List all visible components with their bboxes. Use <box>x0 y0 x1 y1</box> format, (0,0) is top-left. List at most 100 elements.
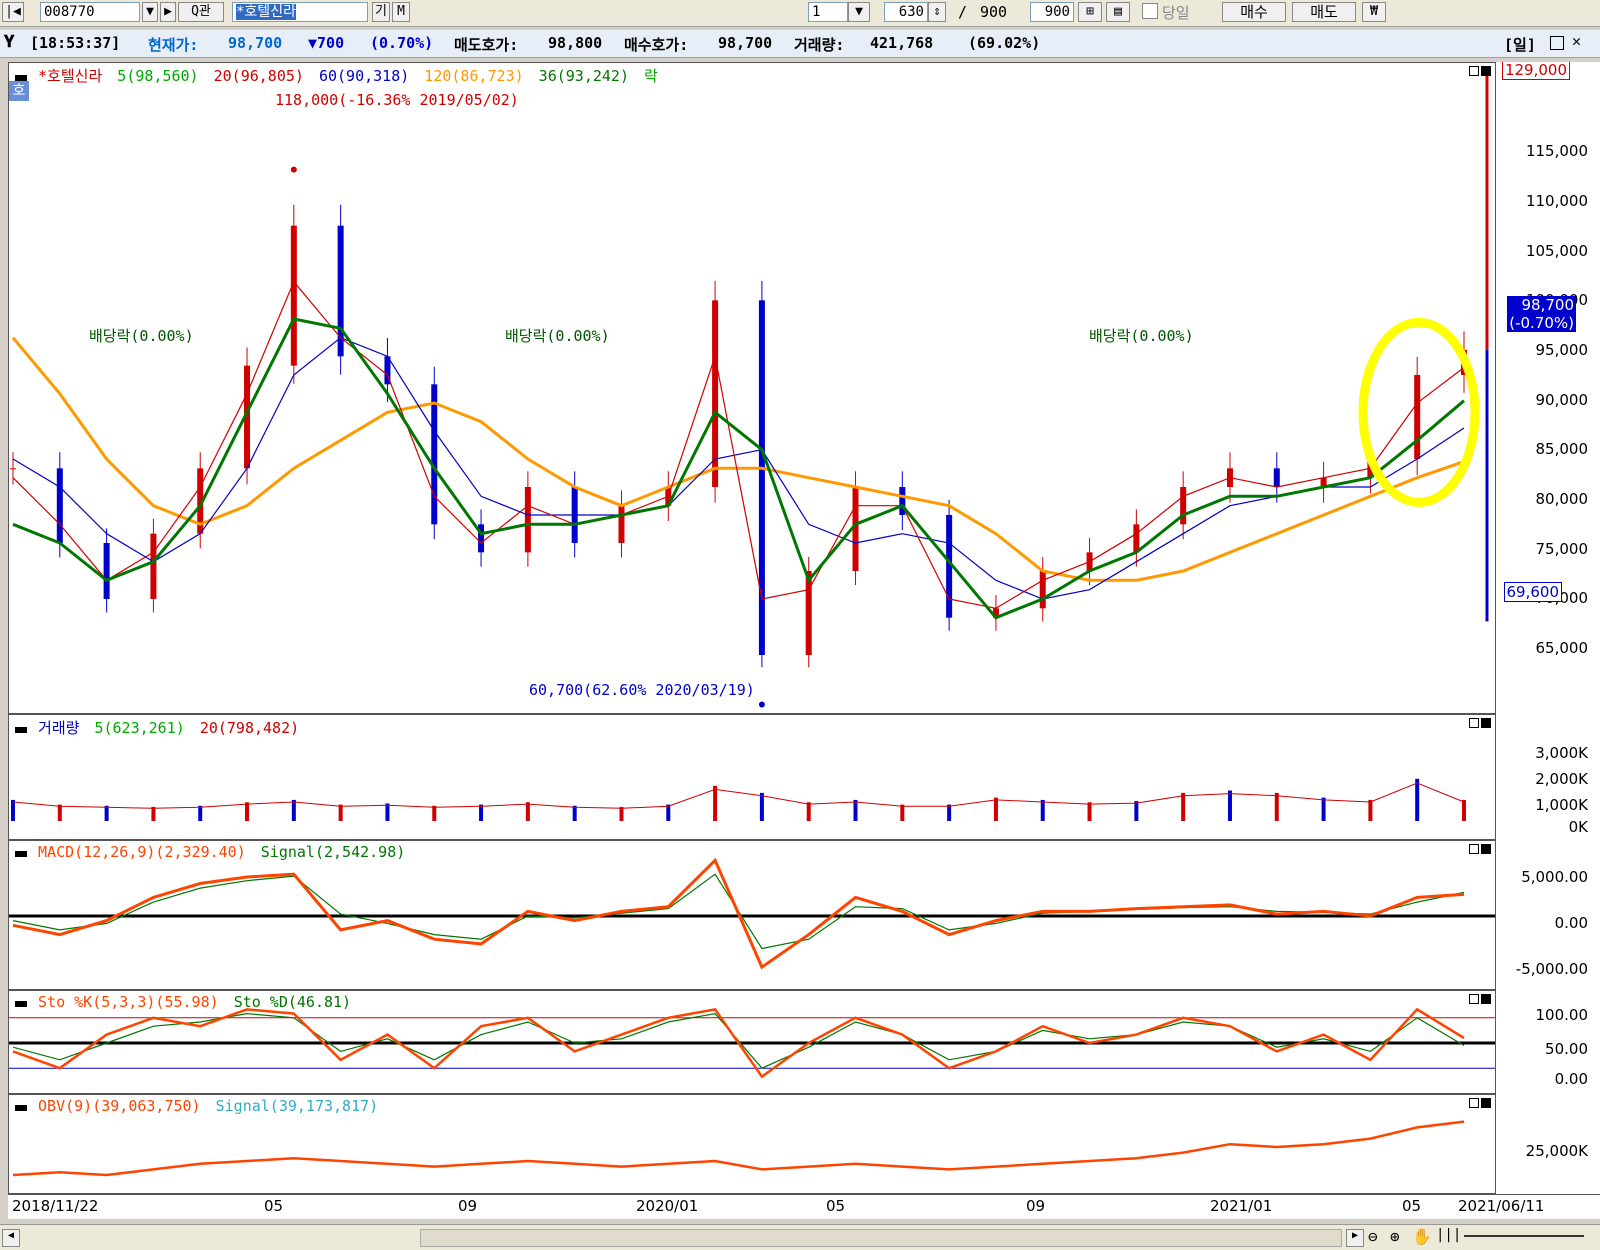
price-candle <box>1180 487 1187 525</box>
volume-bar <box>1321 797 1326 821</box>
panel-close-icon[interactable] <box>1481 844 1491 854</box>
first-record-button[interactable]: |◀ <box>2 2 24 22</box>
price-axis-min: 69,600 <box>1503 582 1562 602</box>
macd-line <box>12 857 1465 970</box>
price-candle <box>758 300 765 655</box>
price-tick: 95,000 <box>1535 341 1589 359</box>
volume-bar <box>11 799 15 821</box>
volume-bar <box>57 804 62 821</box>
panel-maximize-icon[interactable] <box>1469 844 1479 854</box>
code-dropdown-icon[interactable]: ▼ <box>142 2 158 22</box>
restore-icon[interactable] <box>1550 36 1564 50</box>
scroll-left-icon[interactable]: ◀ <box>2 1229 20 1247</box>
code-next-icon[interactable]: ▶ <box>160 2 176 22</box>
price-tick: 90,000 <box>1535 391 1589 409</box>
horizontal-scrollbar[interactable]: ◀ ▶ ⊖ ⊕ ✋ ||| <box>0 1224 1600 1250</box>
dividend-annotation-1: 배당락(0.00%) <box>89 327 194 345</box>
bid-price: 98,700 <box>718 34 773 52</box>
stock-name-field[interactable]: *호텔신라 <box>232 2 368 22</box>
price-candle <box>1273 468 1280 487</box>
sto-tick: 0.00 <box>1554 1070 1588 1088</box>
current-price-tag: 98,700 (-0.70%) <box>1507 296 1576 332</box>
volume-bar <box>1040 799 1045 821</box>
sto-tick: 50.00 <box>1545 1040 1588 1058</box>
date-tick: 09 <box>1026 1197 1046 1215</box>
panel-maximize-icon[interactable] <box>1469 994 1479 1004</box>
price-chart-svg <box>10 67 1489 708</box>
legend-dividend: 락 <box>644 67 658 85</box>
price-candle <box>103 543 110 599</box>
legend-obv-signal: Signal(39,173,817) <box>215 1097 379 1115</box>
stock-search-button[interactable]: Q관 <box>178 2 224 22</box>
price-candle <box>618 505 625 543</box>
volume-pct: (69.02%) <box>968 34 1041 52</box>
save-icon[interactable]: ▤ <box>1106 2 1130 22</box>
price-candle <box>524 487 531 553</box>
price-candle <box>805 571 812 655</box>
count-dropdown-icon[interactable]: ▼ <box>848 2 870 22</box>
obv-signal-line <box>12 1120 1465 1176</box>
volume-bar <box>666 804 671 821</box>
scroll-thumb[interactable] <box>420 1229 1342 1247</box>
volume-tick: 0K <box>1568 818 1588 836</box>
won-button[interactable]: ₩ <box>1362 2 1386 22</box>
date-tick: 2021/01 <box>1210 1197 1273 1215</box>
macd-tick: 0.00 <box>1554 914 1588 932</box>
panel-close-icon[interactable] <box>1481 718 1491 728</box>
panel-maximize-icon[interactable] <box>1469 718 1479 728</box>
current-price: 98,700 <box>228 34 283 52</box>
price-candle <box>1133 524 1140 553</box>
today-checkbox[interactable] <box>1142 3 1158 19</box>
range-input[interactable]: 630 <box>884 2 928 22</box>
range-total-input[interactable]: 900 <box>1030 2 1074 22</box>
macd-tick: -5,000.00 <box>1515 960 1588 978</box>
stock-badge[interactable]: 호 <box>9 81 29 101</box>
gi-button[interactable]: 기 <box>372 2 390 22</box>
zoom-slider[interactable] <box>1464 1235 1584 1237</box>
volume-bar <box>245 802 250 821</box>
legend-sto-d: Sto %D(46.81) <box>233 993 352 1011</box>
price-tick: 110,000 <box>1525 192 1588 210</box>
volume-bar <box>198 805 203 821</box>
obv-line <box>12 1120 1465 1177</box>
date-tick: 2020/01 <box>636 1197 699 1215</box>
add-chart-icon[interactable]: ⊞ <box>1078 2 1102 22</box>
pin-icon[interactable]: 𝚼 <box>4 32 14 52</box>
count-select[interactable]: 1 <box>808 2 848 22</box>
legend-macd-signal: Signal(2,542.98) <box>260 843 406 861</box>
bars-icon[interactable]: ||| <box>1436 1227 1461 1243</box>
panel-maximize-icon[interactable] <box>1469 1098 1479 1108</box>
panel-close-icon[interactable] <box>1481 66 1491 76</box>
range-spinner-icon[interactable]: ⇕ <box>928 2 946 22</box>
price-tick: 105,000 <box>1525 242 1588 260</box>
dividend-annotation-3: 배당락(0.00%) <box>1089 327 1194 345</box>
panel-close-icon[interactable] <box>1481 1098 1491 1108</box>
hand-pan-icon[interactable]: ✋ <box>1412 1227 1432 1246</box>
panel-close-icon[interactable] <box>1481 994 1491 1004</box>
scroll-right-icon[interactable]: ▶ <box>1346 1229 1364 1247</box>
volume-bar <box>432 805 437 821</box>
volume-tick: 1,000K <box>1535 796 1588 814</box>
price-candle <box>1414 375 1421 459</box>
stock-code-input[interactable]: 008770 <box>40 2 140 22</box>
low-marker <box>758 701 765 708</box>
ask-label: 매도호가: <box>454 36 519 54</box>
panel-maximize-icon[interactable] <box>1469 66 1479 76</box>
volume-bar <box>1274 792 1279 821</box>
volume-bar <box>1087 802 1092 821</box>
volume-bar <box>1462 799 1466 821</box>
legend-volume-ma20: 20(798,482) <box>199 719 300 737</box>
volume-value: 421,768 <box>870 34 934 52</box>
zoom-in-icon[interactable]: ⊕ <box>1390 1227 1400 1246</box>
high-marker <box>290 166 297 173</box>
m-button[interactable]: M <box>392 2 410 22</box>
buy-button[interactable]: 매수 <box>1222 2 1286 22</box>
date-tick: 05 <box>1402 1197 1422 1215</box>
zoom-out-icon[interactable]: ⊖ <box>1368 1227 1378 1246</box>
price-tick: 85,000 <box>1535 440 1589 458</box>
sell-button[interactable]: 매도 <box>1292 2 1356 22</box>
volume-axis: 3,000K 2,000K 1,000K 0K <box>1496 714 1600 840</box>
close-icon[interactable]: ✕ <box>1572 32 1581 50</box>
legend-sto-k: Sto %K(5,3,3)(55.98) <box>38 993 219 1011</box>
volume-bar <box>993 797 998 821</box>
